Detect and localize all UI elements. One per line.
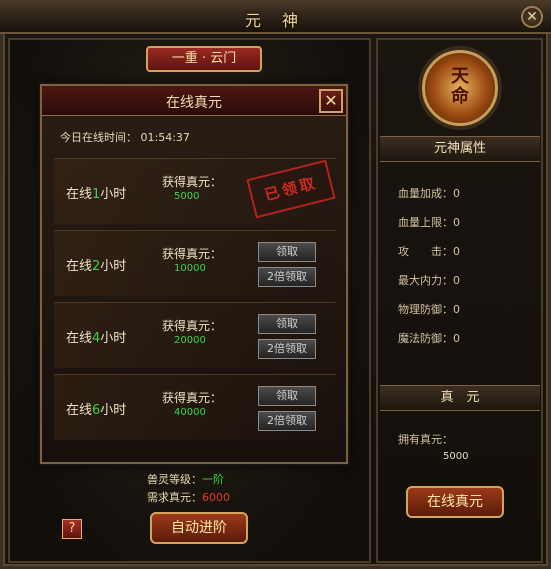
required-zhenyuan: 需求真元：6000 — [147, 491, 230, 504]
row-label: 在线6小时 — [66, 403, 127, 418]
window-title: 元 神 — [244, 11, 307, 30]
gain-value: 5000 — [174, 191, 200, 202]
claim-button[interactable]: 领取 — [258, 314, 316, 334]
row-label: 在线2小时 — [66, 259, 127, 274]
modal-close-button[interactable]: ✕ — [319, 89, 343, 113]
attr-hp-bonus: 血量加成：0 — [398, 187, 460, 200]
own-zhenyuan-label: 拥有真元： — [398, 433, 453, 446]
gain-value: 40000 — [174, 407, 206, 418]
claim-button[interactable]: 领取 — [258, 386, 316, 406]
attr-magic-def: 魔法防御：0 — [398, 332, 460, 345]
attributes-header: 元神属性 — [380, 136, 540, 162]
title-bar: 元 神 — [0, 0, 551, 34]
reward-row-6h: 在线6小时 获得真元： 40000 领取 2倍领取 — [54, 374, 336, 440]
double-claim-button[interactable]: 2倍领取 — [258, 267, 316, 287]
modal-title: 在线真元 — [166, 95, 222, 111]
attr-attack: 攻 击：0 — [398, 245, 460, 258]
double-claim-button[interactable]: 2倍领取 — [258, 411, 316, 431]
attr-max-mana: 最大内力：0 — [398, 274, 460, 287]
gain-label: 获得真元： — [162, 175, 223, 189]
reward-row-4h: 在线4小时 获得真元： 20000 领取 2倍领取 — [54, 302, 336, 368]
gain-value: 10000 — [174, 263, 206, 274]
attr-hp-max: 血量上限：0 — [398, 216, 460, 229]
claim-button[interactable]: 领取 — [258, 242, 316, 262]
reward-row-1h: 在线1小时 获得真元： 5000 已领取 — [54, 158, 336, 224]
reward-row-2h: 在线2小时 获得真元： 10000 领取 2倍领取 — [54, 230, 336, 296]
help-button[interactable]: ? — [62, 519, 82, 539]
modal-header: 在线真元 — [42, 86, 346, 116]
gain-label: 获得真元： — [162, 247, 223, 261]
gain-label: 获得真元： — [162, 319, 223, 333]
own-zhenyuan-value: 5000 — [443, 451, 469, 462]
attr-phys-def: 物理防御：0 — [398, 303, 460, 316]
gain-value: 20000 — [174, 335, 206, 346]
claimed-stamp: 已领取 — [246, 159, 336, 219]
pet-level: 兽灵等级：一阶 — [147, 473, 224, 486]
online-zhenyuan-button[interactable]: 在线真元 — [406, 486, 504, 518]
stage-tab[interactable]: 一重 · 云门 — [146, 46, 262, 72]
zhenyuan-header: 真 元 — [380, 385, 540, 411]
tianming-emblem-icon: 天命 — [422, 50, 498, 126]
row-label: 在线4小时 — [66, 331, 127, 346]
double-claim-button[interactable]: 2倍领取 — [258, 339, 316, 359]
gain-label: 获得真元： — [162, 391, 223, 405]
online-time: 今日在线时间： 01:54:37 — [60, 131, 190, 144]
row-label: 在线1小时 — [66, 187, 127, 202]
auto-advance-button[interactable]: 自动进阶 — [150, 512, 248, 544]
window-close-button[interactable]: ✕ — [521, 6, 543, 28]
online-zhenyuan-modal: 在线真元 ✕ 今日在线时间： 01:54:37 在线1小时 获得真元： 5000… — [40, 84, 348, 464]
